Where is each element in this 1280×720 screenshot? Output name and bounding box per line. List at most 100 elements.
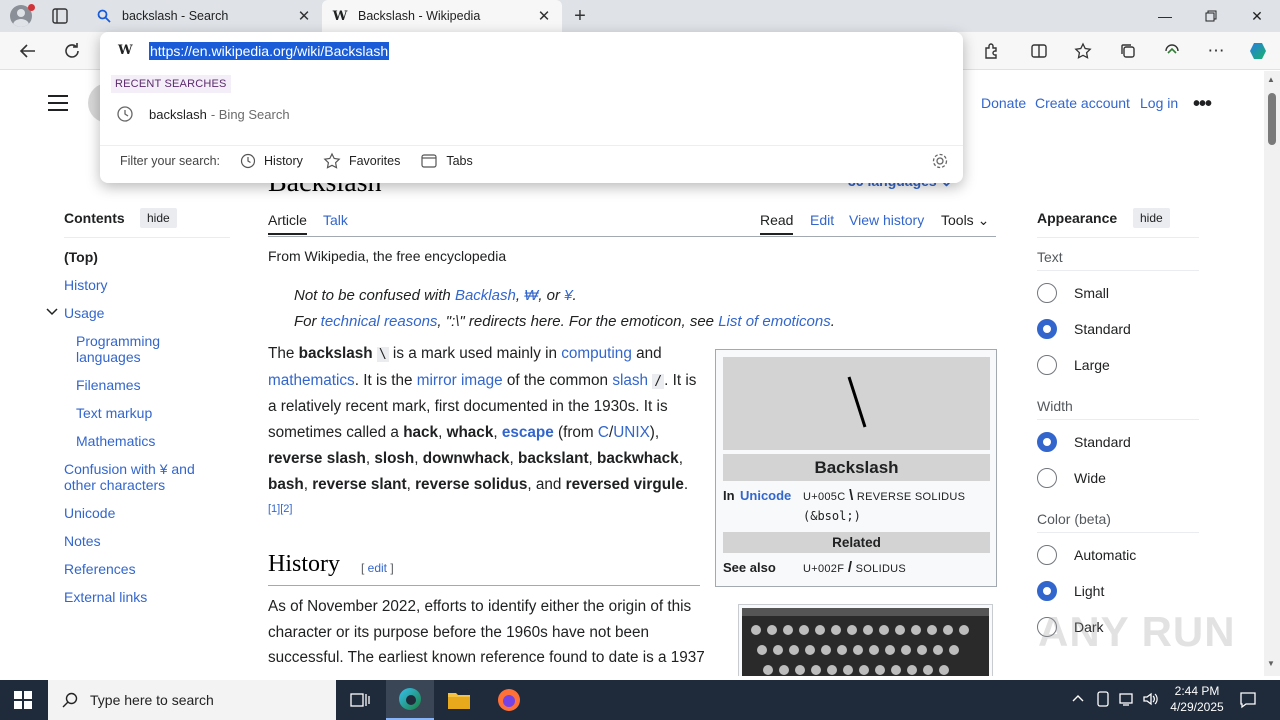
tray-device-icon[interactable] (1096, 691, 1110, 710)
edge-taskbar-icon[interactable] (386, 680, 434, 720)
tab-edit[interactable]: Edit (810, 212, 834, 228)
taskbar-clock[interactable]: 2:44 PM 4/29/2025 (1162, 683, 1232, 715)
file-explorer-icon[interactable] (435, 680, 483, 720)
c-link[interactable]: C (598, 424, 609, 441)
tab-bing-search[interactable]: backslash - Search ✕ (86, 0, 322, 32)
split-screen-icon[interactable] (1027, 39, 1051, 63)
radio-width-wide[interactable]: Wide (1037, 468, 1106, 488)
toc-item-top[interactable]: (Top) (64, 249, 98, 265)
refresh-icon[interactable] (60, 39, 84, 63)
mathematics-link[interactable]: mathematics (268, 372, 355, 389)
toc-item-programming[interactable]: Programming languages (76, 333, 186, 365)
create-account-link[interactable]: Create account (1035, 95, 1130, 111)
toc-item-filenames[interactable]: Filenames (76, 377, 141, 393)
radio-text-small[interactable]: Small (1037, 283, 1109, 303)
slash-glyph: / (652, 373, 665, 389)
tools-menu[interactable]: Tools ⌄ (941, 212, 989, 229)
list-of-emoticons-link[interactable]: List of emoticons (718, 313, 831, 330)
radio-width-standard[interactable]: Standard (1037, 432, 1131, 452)
more-options-icon[interactable]: ⋯ (1204, 39, 1228, 63)
address-bar-input[interactable]: https://en.wikipedia.org/wiki/Backslash (149, 42, 390, 60)
copilot-icon[interactable] (1246, 39, 1270, 63)
hatnote-redirect: For technical reasons, ":\" redirects he… (294, 313, 835, 330)
close-window-icon[interactable]: ✕ (1234, 0, 1280, 32)
toc-item-usage[interactable]: Usage (64, 305, 104, 321)
chevron-down-icon[interactable] (46, 307, 58, 319)
ref-2-link[interactable]: [2] (280, 503, 292, 515)
radio-circle (1037, 355, 1057, 375)
filter-history-button[interactable]: History (240, 153, 303, 169)
restore-icon[interactable] (1188, 0, 1234, 32)
tab-article[interactable]: Article (268, 212, 307, 235)
back-arrow-icon[interactable] (16, 39, 40, 63)
tab-actions-icon[interactable] (50, 6, 70, 26)
toc-item-unicode[interactable]: Unicode (64, 505, 115, 521)
scroll-down-icon[interactable]: ▼ (1267, 659, 1275, 668)
filter-favorites-button[interactable]: Favorites (323, 152, 400, 170)
computing-link[interactable]: computing (561, 345, 632, 362)
recent-searches-label: RECENT SEARCHES (111, 75, 231, 93)
user-menu-icon[interactable]: ••• (1193, 93, 1212, 116)
page-scrollbar[interactable]: ▲ ▼ (1264, 71, 1280, 676)
toc-item-text-markup[interactable]: Text markup (76, 405, 152, 421)
new-tab-icon[interactable]: + (570, 6, 590, 26)
slash-link[interactable]: slash (612, 372, 648, 389)
volume-icon[interactable] (1142, 691, 1158, 710)
toc-item-references[interactable]: References (64, 561, 136, 577)
close-tab-icon[interactable]: ✕ (296, 8, 312, 25)
network-icon[interactable] (1119, 691, 1135, 710)
radio-color-light[interactable]: Light (1037, 581, 1104, 601)
edit-history-link[interactable]: edit (368, 561, 387, 575)
technical-reasons-link[interactable]: technical reasons (321, 313, 438, 330)
notifications-icon[interactable] (1239, 691, 1257, 712)
recent-search-item[interactable]: backslash - Bing Search (100, 99, 963, 129)
extensions-icon[interactable] (979, 39, 1003, 63)
toc-hide-button[interactable]: hide (140, 208, 177, 228)
won-link[interactable]: ₩ (524, 287, 538, 304)
unix-link[interactable]: UNIX (613, 424, 650, 441)
toc-item-mathematics[interactable]: Mathematics (76, 433, 155, 449)
filter-tabs-button[interactable]: Tabs (420, 153, 473, 169)
firefox-icon[interactable] (485, 680, 533, 720)
radio-circle (1037, 545, 1057, 565)
tab-view-history[interactable]: View history (849, 212, 924, 228)
minimize-icon[interactable]: — (1142, 0, 1188, 32)
donate-link[interactable]: Donate (981, 95, 1026, 111)
tray-chevron-up-icon[interactable] (1071, 691, 1085, 708)
browser-essentials-icon[interactable] (1160, 39, 1184, 63)
collections-icon[interactable] (1116, 39, 1140, 63)
windows-start-icon[interactable] (14, 691, 32, 709)
radio-color-automatic[interactable]: Automatic (1037, 545, 1136, 565)
taskbar-search-box[interactable]: Type here to search (48, 680, 336, 720)
favorites-star-icon[interactable] (1071, 39, 1095, 63)
backlash-link[interactable]: Backlash (455, 287, 516, 304)
close-tab-icon[interactable]: ✕ (536, 8, 552, 25)
tab-read[interactable]: Read (760, 212, 794, 235)
tab-talk[interactable]: Talk (323, 212, 348, 228)
appearance-hide-button[interactable]: hide (1133, 208, 1170, 228)
tab-wikipedia[interactable]: W Backslash - Wikipedia ✕ (322, 0, 562, 32)
toc-item-history[interactable]: History (64, 277, 108, 293)
infobox-see-also-value: U+002F / SOLIDUS (803, 559, 907, 576)
mirror-image-link[interactable]: mirror image (417, 372, 503, 389)
text-size-label: Text (1037, 249, 1063, 265)
ref-1-link[interactable]: [1] (268, 503, 280, 515)
radio-text-large[interactable]: Large (1037, 355, 1110, 375)
wikipedia-favicon: W (332, 8, 348, 24)
scroll-up-icon[interactable]: ▲ (1267, 75, 1275, 84)
toc-item-confusion[interactable]: Confusion with ¥ and other characters (64, 461, 214, 493)
filter-row: Filter your search: History Favorites Ta… (100, 145, 963, 175)
scrollbar-thumb[interactable] (1268, 93, 1276, 145)
login-link[interactable]: Log in (1140, 95, 1178, 111)
toc-item-notes[interactable]: Notes (64, 533, 101, 549)
yen-link[interactable]: ¥ (564, 287, 572, 304)
task-view-icon[interactable] (336, 680, 384, 720)
typewriter-image[interactable] (738, 604, 993, 676)
unicode-link[interactable]: Unicode (740, 488, 791, 503)
toc-item-external-links[interactable]: External links (64, 589, 147, 605)
radio-text-standard[interactable]: Standard (1037, 319, 1131, 339)
gear-icon[interactable] (931, 152, 949, 170)
appearance-divider (1037, 532, 1199, 533)
escape-link[interactable]: escape (502, 424, 554, 441)
main-menu-icon[interactable] (48, 95, 68, 116)
